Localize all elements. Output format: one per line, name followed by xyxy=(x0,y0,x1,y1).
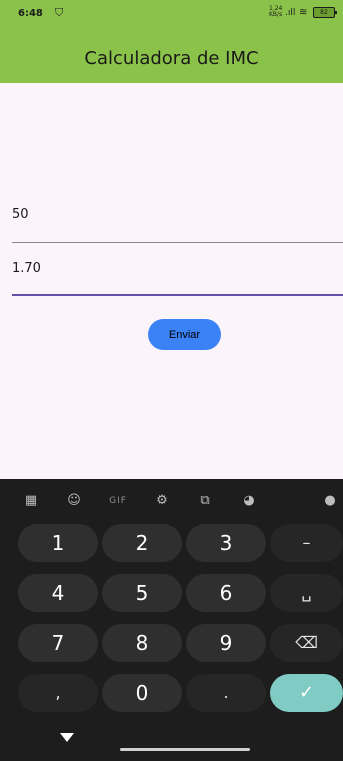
keyboard: ▦ ☺ GIF ⚙ ⧉ ◕ ● 1 2 3 – 4 5 6 ␣ 7 8 9 ⌫ … xyxy=(0,479,343,761)
navigation-bar xyxy=(0,724,343,761)
home-handle[interactable] xyxy=(120,748,250,751)
network-speed-unit: KB/s xyxy=(269,11,283,18)
wifi-icon: ≋ xyxy=(299,7,308,18)
battery-icon: 82 xyxy=(313,7,337,18)
key-8[interactable]: 8 xyxy=(102,624,182,662)
app-bar: 6:48 ⛉ 1.24 KB/s .ıll ≋ 82 Calculadora d… xyxy=(0,0,343,83)
apps-icon[interactable]: ▦ xyxy=(19,491,43,511)
key-2[interactable]: 2 xyxy=(102,524,182,562)
key-4[interactable]: 4 xyxy=(18,574,98,612)
screen: 6:48 ⛉ 1.24 KB/s .ıll ≋ 82 Calculadora d… xyxy=(0,0,343,761)
key-7[interactable]: 7 xyxy=(18,624,98,662)
back-triangle-icon[interactable] xyxy=(60,733,74,742)
backspace-key[interactable]: ⌫ xyxy=(270,624,343,662)
height-input-underline xyxy=(12,294,343,296)
key-9[interactable]: 9 xyxy=(186,624,266,662)
shield-icon: ⛉ xyxy=(55,6,64,19)
key-1[interactable]: 1 xyxy=(18,524,98,562)
main-content: 50 1.70 Enviar xyxy=(0,83,343,479)
space-key[interactable]: ␣ xyxy=(270,574,343,612)
comma-key[interactable]: , xyxy=(18,674,98,712)
key-0[interactable]: 0 xyxy=(102,674,182,712)
gif-button[interactable]: GIF xyxy=(106,491,130,511)
weight-input-underline xyxy=(12,242,343,243)
weight-input[interactable]: 50 xyxy=(12,207,343,222)
height-input[interactable]: 1.70 xyxy=(12,261,343,276)
status-bar: 6:48 ⛉ 1.24 KB/s .ıll ≋ 82 xyxy=(0,0,343,28)
network-speed: 1.24 KB/s xyxy=(269,6,282,18)
key-6[interactable]: 6 xyxy=(186,574,266,612)
key-3[interactable]: 3 xyxy=(186,524,266,562)
key-5[interactable]: 5 xyxy=(102,574,182,612)
keyboard-toolbar: ▦ ☺ GIF ⚙ ⧉ ◕ ● xyxy=(0,479,343,523)
translate-icon[interactable]: ⧉ xyxy=(193,491,217,511)
submit-button[interactable]: Enviar xyxy=(148,319,221,350)
period-key[interactable]: . xyxy=(186,674,266,712)
palette-icon[interactable]: ◕ xyxy=(237,491,261,511)
settings-icon[interactable]: ⚙ xyxy=(150,491,174,511)
key-minus[interactable]: – xyxy=(270,524,343,562)
signal-icon: .ıll xyxy=(285,8,296,18)
done-key[interactable]: ✓ xyxy=(270,674,343,712)
page-title: Calculadora de IMC xyxy=(84,48,259,69)
mic-icon[interactable]: ● xyxy=(318,491,342,511)
sticker-icon[interactable]: ☺ xyxy=(62,491,86,511)
status-time: 6:48 xyxy=(18,8,43,19)
